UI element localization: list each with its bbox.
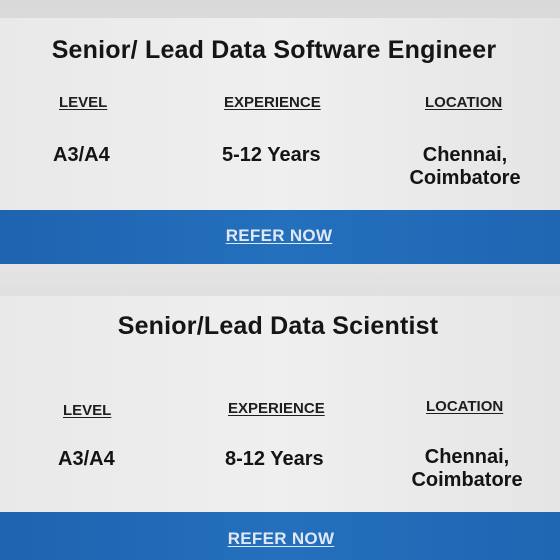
- location-line-1: Chennai,: [424, 446, 510, 468]
- location-line-2: Coimbatore: [409, 167, 521, 189]
- level-value: A3/A4: [53, 144, 110, 166]
- level-value: A3/A4: [58, 448, 115, 470]
- level-label: LEVEL: [59, 94, 108, 111]
- refer-now-link[interactable]: REFER NOW: [226, 226, 333, 246]
- location-value: Chennai, Coimbatore: [398, 144, 532, 190]
- location-label: LOCATION: [426, 398, 504, 415]
- location-value: Chennai, Coimbatore: [402, 446, 532, 492]
- refer-now-link[interactable]: REFER NOW: [228, 529, 335, 549]
- experience-label: EXPERIENCE: [224, 94, 321, 111]
- level-label: LEVEL: [63, 402, 112, 419]
- experience-value: 8-12 Years: [225, 448, 324, 470]
- job-title: Senior/Lead Data Scientist: [117, 312, 439, 340]
- location-label: LOCATION: [425, 94, 503, 111]
- job-title: Senior/ Lead Data Software Engineer: [51, 36, 497, 64]
- job-card: Senior/ Lead Data Software Engineer LEVE…: [0, 18, 560, 210]
- job-card: Senior/Lead Data Scientist LEVEL EXPERIE…: [0, 296, 560, 512]
- location-line-1: Chennai,: [422, 144, 508, 166]
- refer-now-bar[interactable]: REFER NOW: [0, 210, 560, 264]
- experience-label: EXPERIENCE: [228, 400, 325, 417]
- job-listings-screen: Senior/ Lead Data Software Engineer LEVE…: [0, 0, 560, 560]
- location-line-2: Coimbatore: [411, 469, 523, 491]
- refer-now-bar[interactable]: REFER NOW: [0, 512, 560, 560]
- experience-value: 5-12 Years: [222, 144, 321, 166]
